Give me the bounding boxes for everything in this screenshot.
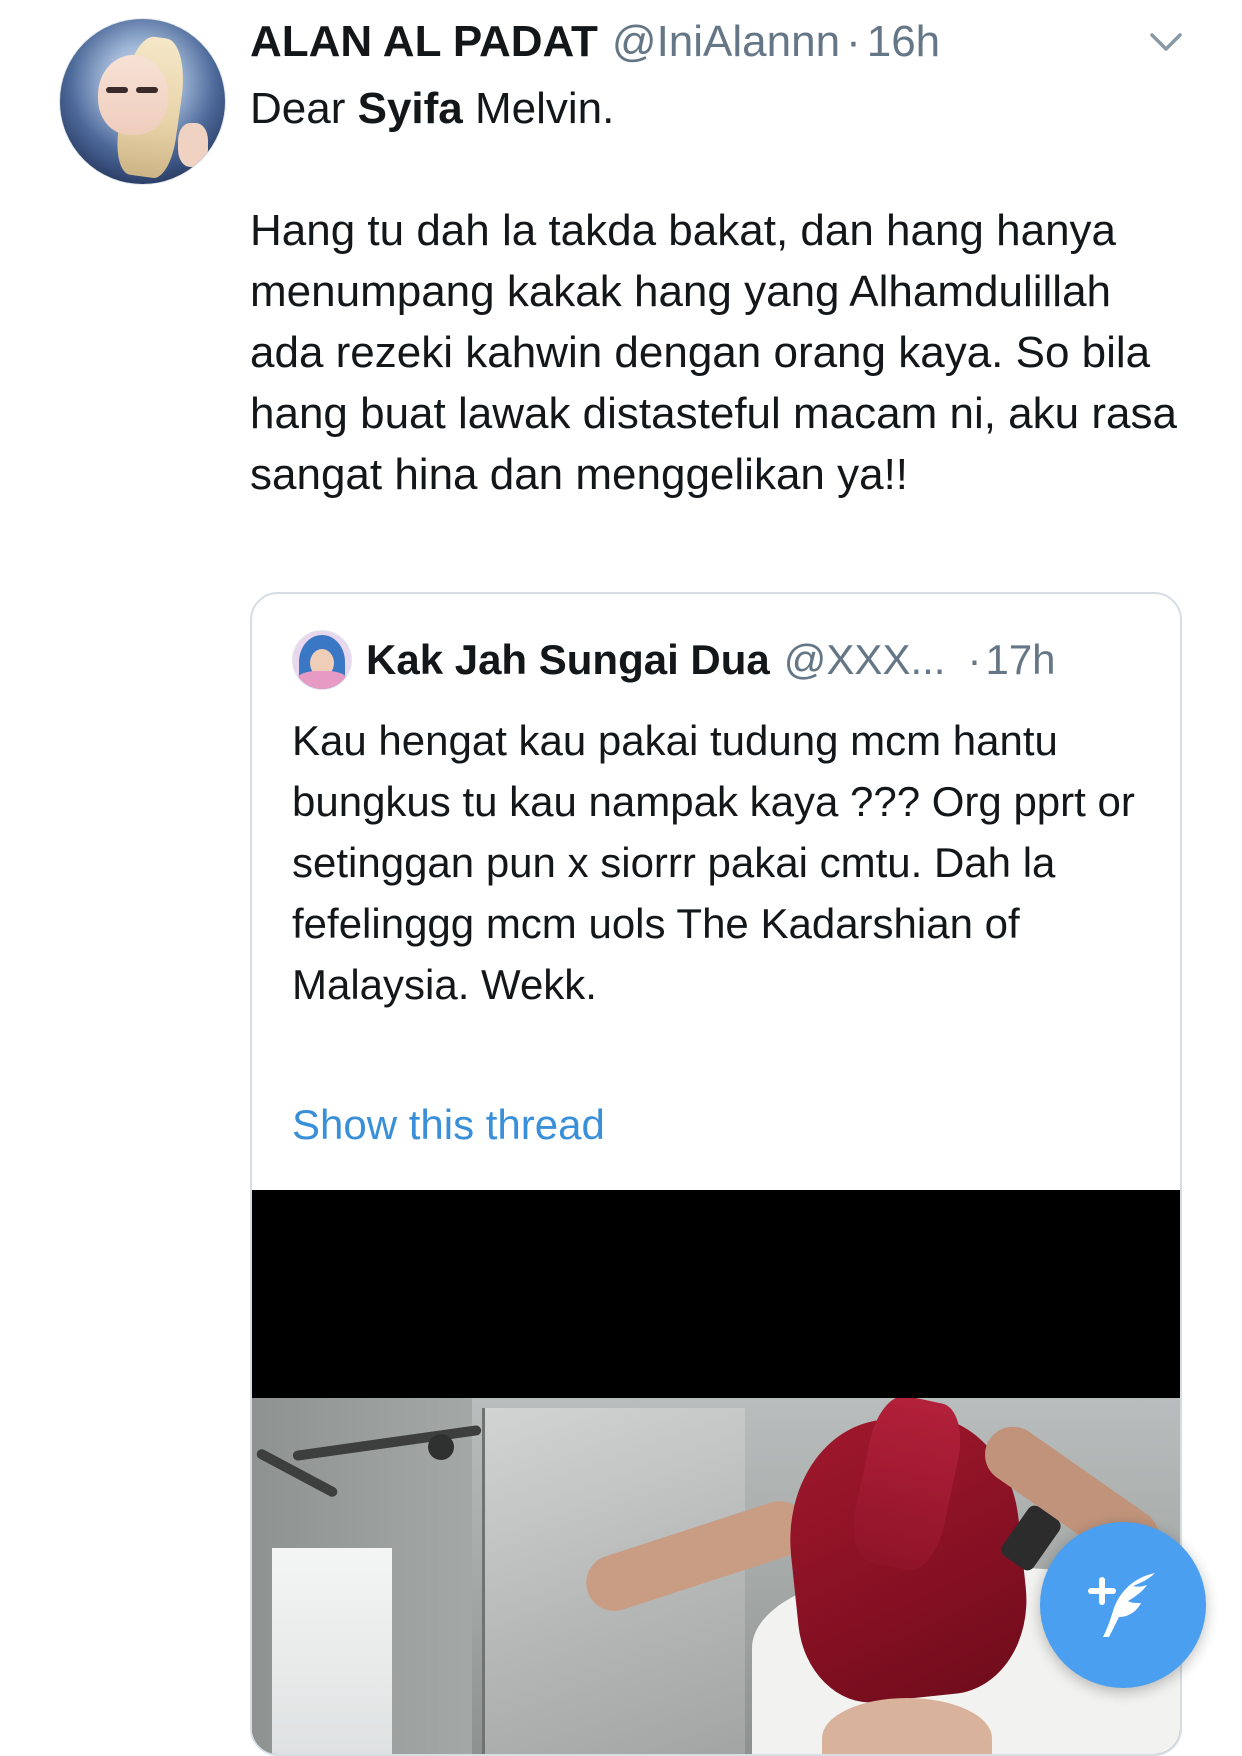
separator-dot: · <box>846 17 861 66</box>
compose-tweet-icon <box>1088 1573 1155 1637</box>
avatar-face <box>98 55 168 135</box>
tweet-text: Dear Syifa Melvin. Hang tu dah la takda … <box>250 78 1190 505</box>
quoted-author-handle: @XXX... <box>783 636 946 683</box>
quoted-author-name: Kak Jah Sungai Dua <box>366 636 770 683</box>
author-display-name[interactable]: ALAN AL PADAT <box>250 14 598 70</box>
tweet-text-line-1: Dear Syifa Melvin. <box>250 78 1190 139</box>
quoted-tweet-header: Kak Jah Sungai Dua @XXX... · 17h <box>292 628 1056 692</box>
tweet-text-suffix: Melvin. <box>462 84 615 133</box>
ceiling-fan-hub <box>428 1434 454 1460</box>
tweet-text-mention: Syifa <box>357 84 463 133</box>
quoted-separator-dot: · <box>967 636 982 683</box>
tweet-timestamp[interactable]: 16h <box>867 14 940 70</box>
tweet-text-prefix: Dear <box>250 84 358 133</box>
author-avatar[interactable] <box>59 18 226 185</box>
video-letterbox <box>252 1190 1180 1398</box>
avatar-eye <box>136 87 158 93</box>
compose-tweet-button[interactable] <box>1040 1522 1206 1688</box>
show-thread-link[interactable]: Show this thread <box>292 1094 605 1155</box>
quoted-tweet-timestamp: 17h <box>985 636 1056 683</box>
avatar-hand <box>178 123 208 167</box>
quoted-tweet-body: Kau hengat kau pakai tudung mcm hantu bu… <box>292 717 1135 1008</box>
quoted-avatar-shoulders <box>297 671 347 689</box>
tweet[interactable]: ALAN AL PADAT @IniAlannn · 16h Dear Syif… <box>0 0 1242 1756</box>
chevron-down-icon[interactable] <box>1146 22 1186 62</box>
tweet-header: ALAN AL PADAT @IniAlannn · 16h <box>250 14 940 70</box>
quoted-author-avatar <box>292 630 352 690</box>
video-frame[interactable] <box>252 1398 1180 1754</box>
video-window <box>272 1548 392 1754</box>
avatar-eye <box>106 87 128 93</box>
quoted-tweet-text: Kau hengat kau pakai tudung mcm hantu bu… <box>292 710 1152 1015</box>
author-handle[interactable]: @IniAlannn <box>612 14 840 70</box>
quoted-tweet-media[interactable] <box>252 1190 1180 1754</box>
tweet-text-paragraph-2: Hang tu dah la takda bakat, dan hang han… <box>250 206 1177 499</box>
